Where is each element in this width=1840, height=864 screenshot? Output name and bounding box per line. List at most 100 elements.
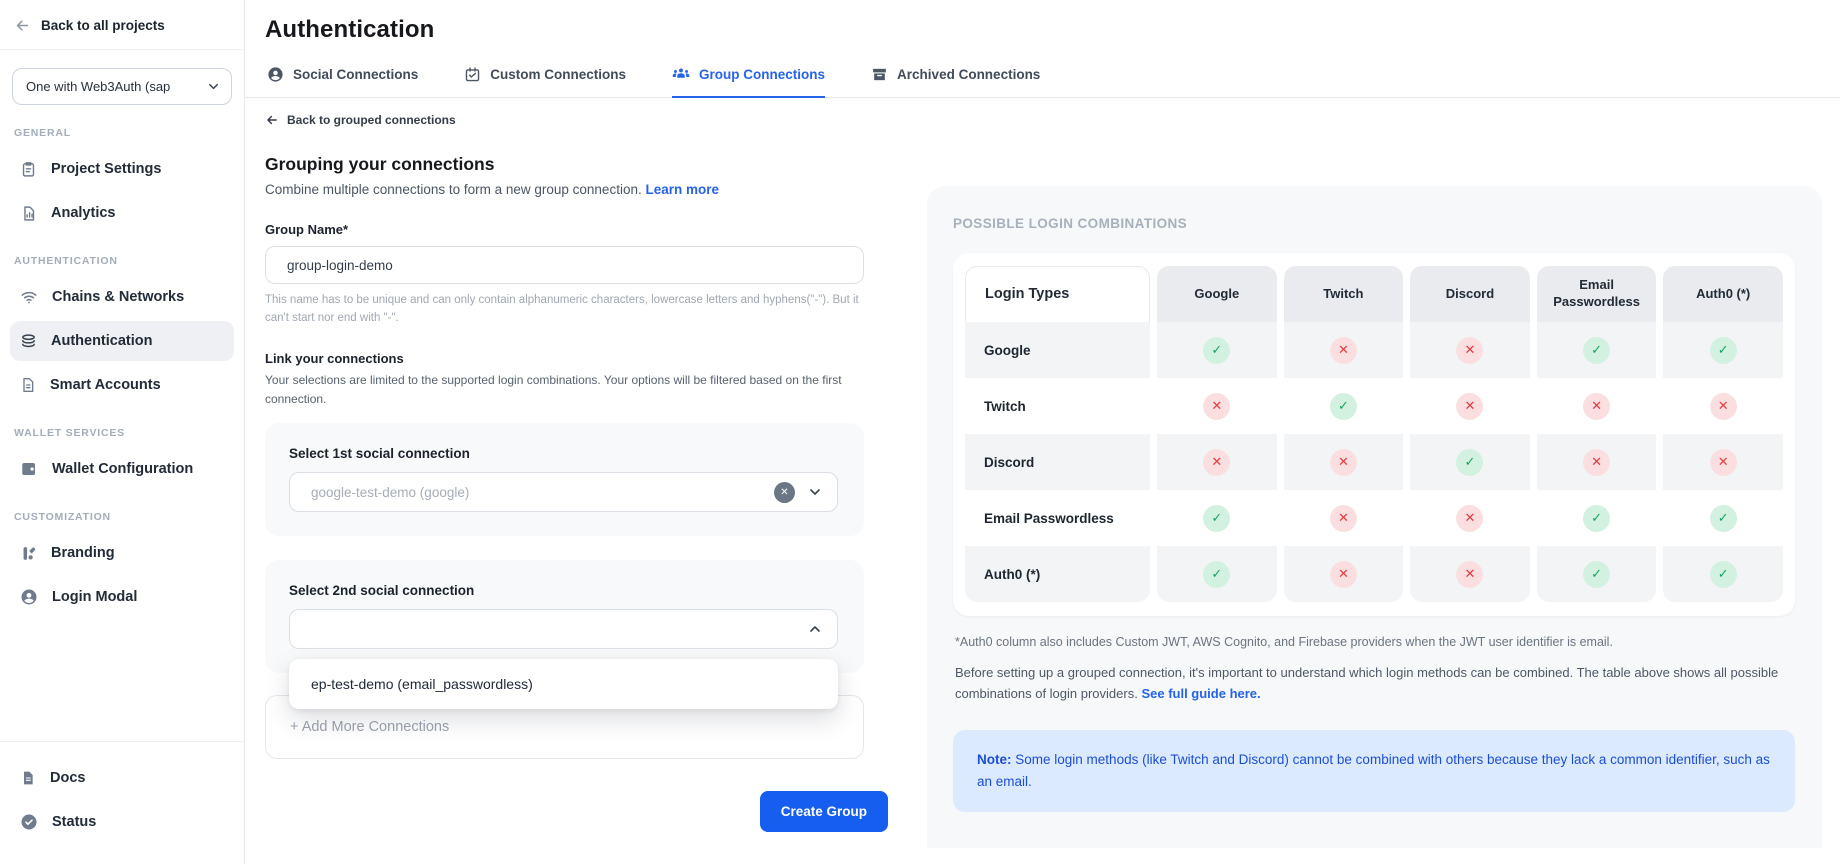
form-subheading: Combine multiple connections to form a n…: [265, 182, 889, 197]
arrow-left-icon: [14, 17, 31, 34]
table-cell: ✓: [1410, 434, 1530, 490]
sidebar-item-label: Status: [52, 814, 96, 830]
chart-icon: [20, 205, 37, 222]
back-link-label: Back to grouped connections: [287, 113, 456, 127]
table-cell: ✓: [1663, 322, 1783, 378]
user-circle-icon: [20, 588, 38, 606]
cross-icon: ✕: [1456, 337, 1483, 364]
custom-connections-icon: [464, 66, 481, 83]
wifi-icon: [20, 288, 38, 306]
cross-icon: ✕: [1583, 393, 1610, 420]
table-cell: ✓: [1157, 546, 1277, 602]
subheading-text: Combine multiple connections to form a n…: [265, 182, 642, 197]
check-icon: ✓: [1203, 561, 1230, 588]
back-to-grouped-connections-link[interactable]: Back to grouped connections: [265, 113, 456, 127]
learn-more-link[interactable]: Learn more: [645, 182, 719, 197]
tab-label: Social Connections: [293, 67, 418, 82]
tab-label: Group Connections: [699, 67, 825, 82]
back-to-all-projects-link[interactable]: Back to all projects: [0, 0, 244, 49]
group-form: Back to grouped connections Grouping you…: [265, 98, 889, 832]
sidebar-item-label: Project Settings: [51, 161, 161, 177]
tab-archived-connections[interactable]: Archived Connections: [871, 65, 1040, 98]
sidebar-item-project-settings[interactable]: Project Settings: [10, 149, 234, 189]
table-cell: ✓: [1157, 490, 1277, 546]
link-connections-description: Your selections are limited to the suppo…: [265, 371, 875, 409]
combinations-table: Login TypesGoogleTwitchDiscordEmail Pass…: [965, 266, 1783, 602]
sidebar-item-branding[interactable]: Branding: [10, 533, 234, 573]
table-cell: ✓: [1663, 490, 1783, 546]
page-title: Authentication: [245, 0, 1840, 44]
table-cell: ✓: [1537, 546, 1657, 602]
table-cell: ✕: [1663, 434, 1783, 490]
group-name-input[interactable]: [265, 246, 864, 284]
check-icon: ✓: [1710, 337, 1737, 364]
table-column-header: Discord: [1410, 266, 1530, 322]
create-group-button[interactable]: Create Group: [760, 791, 888, 832]
table-cell: ✓: [1537, 490, 1657, 546]
wallet-icon: [20, 460, 38, 478]
table-cell: ✕: [1410, 490, 1530, 546]
chevron-down-icon: [206, 79, 221, 94]
table-row-label: Discord: [965, 434, 1150, 490]
sidebar-item-smart-accounts[interactable]: Smart Accounts: [10, 365, 234, 405]
table-cell: ✕: [1410, 378, 1530, 434]
cross-icon: ✕: [1330, 561, 1357, 588]
social-connections-icon: [267, 66, 284, 83]
check-icon: ✓: [1583, 561, 1610, 588]
sidebar-item-status[interactable]: Status: [10, 802, 234, 842]
auth0-footnote: *Auth0 column also includes Custom JWT, …: [953, 635, 1795, 649]
sidebar-item-wallet-configuration[interactable]: Wallet Configuration: [10, 449, 234, 489]
project-selector[interactable]: One with Web3Auth (sap: [12, 68, 232, 105]
tab-custom-connections[interactable]: Custom Connections: [464, 65, 626, 98]
note-text: Some login methods (like Twitch and Disc…: [977, 752, 1770, 789]
check-icon: ✓: [1583, 337, 1610, 364]
table-row-label: Google: [965, 322, 1150, 378]
form-heading: Grouping your connections: [265, 154, 889, 175]
sidebar-item-authentication[interactable]: Authentication: [10, 321, 234, 361]
tab-social-connections[interactable]: Social Connections: [267, 65, 418, 98]
select2-dropdown[interactable]: [289, 609, 838, 649]
description-text: Before setting up a grouped connection, …: [955, 665, 1778, 701]
select1-dropdown[interactable]: google-test-demo (google) ✕: [289, 472, 838, 512]
tab-bar: Social Connections Custom Connections Gr…: [245, 65, 1840, 98]
section-label: WALLET SERVICES: [0, 427, 244, 439]
cross-icon: ✕: [1710, 449, 1737, 476]
group-name-label: Group Name*: [265, 222, 889, 237]
combinations-title: POSSIBLE LOGIN COMBINATIONS: [953, 216, 1795, 231]
table-column-header: Google: [1157, 266, 1277, 322]
note-prefix: Note:: [977, 752, 1012, 767]
sidebar-item-label: Smart Accounts: [50, 377, 161, 393]
table-cell: ✕: [1157, 434, 1277, 490]
sidebar-item-label: Login Modal: [52, 589, 137, 605]
check-icon: ✓: [1583, 505, 1610, 532]
sidebar-item-chains-networks[interactable]: Chains & Networks: [10, 277, 234, 317]
dropdown-option-ep-test-demo[interactable]: ep-test-demo (email_passwordless): [289, 663, 838, 705]
section-label: AUTHENTICATION: [0, 255, 244, 267]
sidebar-item-docs[interactable]: Docs: [10, 758, 234, 798]
sidebar-item-analytics[interactable]: Analytics: [10, 193, 234, 233]
tab-group-connections[interactable]: Group Connections: [672, 65, 825, 98]
note-box: Note: Some login methods (like Twitch an…: [953, 730, 1795, 813]
sidebar-divider: [0, 49, 244, 50]
sidebar-section-general: GENERAL Project Settings Analytics: [0, 127, 244, 233]
clear-selection-icon[interactable]: ✕: [774, 482, 795, 503]
clipboard-icon: [20, 161, 37, 178]
table-cell: ✕: [1537, 378, 1657, 434]
possible-login-combinations-panel: POSSIBLE LOGIN COMBINATIONS Login TypesG…: [927, 186, 1822, 848]
sidebar: Back to all projects One with Web3Auth (…: [0, 0, 245, 864]
table-column-header: Twitch: [1284, 266, 1404, 322]
archive-icon: [871, 66, 888, 83]
project-selector-value: One with Web3Auth (sap: [26, 79, 170, 94]
table-cell: ✓: [1284, 378, 1404, 434]
cross-icon: ✕: [1330, 449, 1357, 476]
table-cell: ✕: [1410, 546, 1530, 602]
check-icon: ✓: [1203, 337, 1230, 364]
combinations-description: Before setting up a grouped connection, …: [953, 662, 1783, 705]
sidebar-item-login-modal[interactable]: Login Modal: [10, 577, 234, 617]
sidebar-section-customization: CUSTOMIZATION Branding Login Modal: [0, 511, 244, 617]
sidebar-item-label: Branding: [51, 545, 115, 561]
see-full-guide-link[interactable]: See full guide here.: [1141, 686, 1260, 701]
table-cell: ✕: [1410, 322, 1530, 378]
tab-label: Archived Connections: [897, 67, 1040, 82]
table-cell: ✓: [1663, 546, 1783, 602]
